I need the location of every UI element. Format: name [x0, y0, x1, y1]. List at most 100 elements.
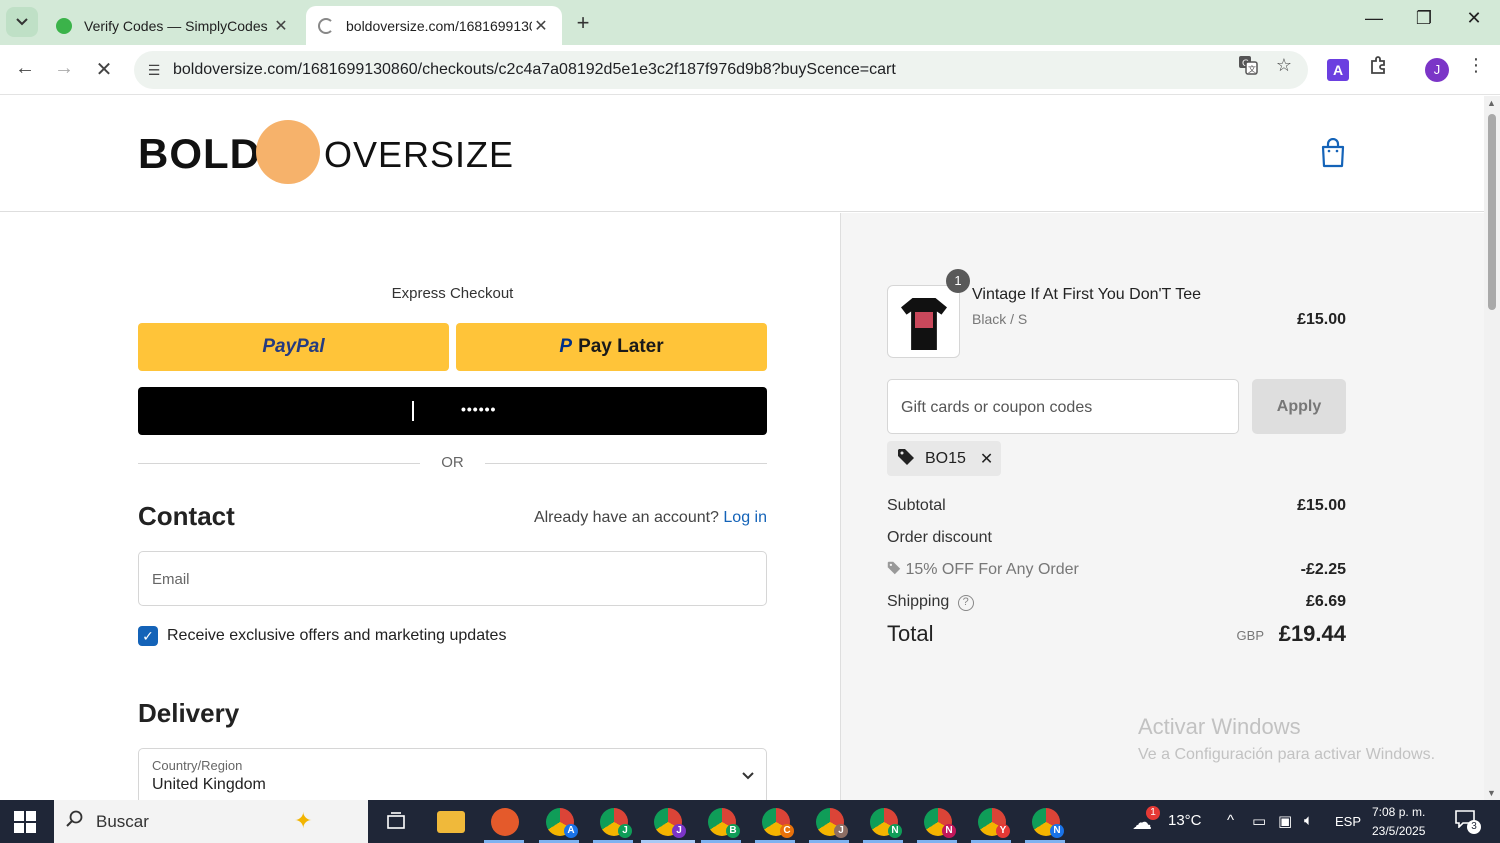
- address-bar[interactable]: ☰ boldoversize.com/1681699130860/checkou…: [134, 51, 1308, 89]
- scroll-up-arrow-icon[interactable]: ▲: [1487, 98, 1496, 108]
- notification-center-icon[interactable]: 3: [1455, 810, 1481, 834]
- extension-a-icon[interactable]: A: [1327, 59, 1349, 81]
- express-checkout-label: Express Checkout: [391, 285, 514, 302]
- translate-icon[interactable]: G文: [1235, 55, 1261, 80]
- page-scrollbar[interactable]: ▲ ▼: [1484, 96, 1500, 800]
- profile-letter: Y: [996, 824, 1010, 838]
- browser-tab-simplycodes[interactable]: Verify Codes — SimplyCodes ✕: [44, 6, 302, 45]
- svg-text:文: 文: [1248, 64, 1256, 74]
- minimize-window-button[interactable]: —: [1359, 8, 1389, 29]
- meet-now-icon[interactable]: ▭: [1252, 812, 1266, 830]
- chrome-profile-icon[interactable]: Y: [978, 808, 1010, 838]
- chrome-profile-icon[interactable]: J: [600, 808, 632, 838]
- remove-discount-icon[interactable]: ✕: [980, 449, 993, 469]
- shipping-row: Shipping ? £6.69: [887, 593, 1346, 615]
- contact-heading: Contact: [138, 501, 235, 531]
- chevron-down-icon: [16, 18, 28, 26]
- back-button[interactable]: ←: [11, 57, 39, 80]
- site-info-icon[interactable]: ☰: [144, 62, 164, 79]
- product-variant: Black / S: [972, 311, 1028, 327]
- profile-letter: N: [1050, 824, 1064, 838]
- paypal-button[interactable]: PayPal: [138, 323, 449, 371]
- browser-menu-icon[interactable]: ⋮: [1463, 55, 1489, 76]
- taskbar-search-box[interactable]: Buscar ✦: [54, 800, 368, 843]
- chrome-profile-icon[interactable]: B: [708, 808, 740, 838]
- scrollbar-thumb[interactable]: [1488, 114, 1496, 310]
- system-clock[interactable]: 7:08 p. m. 23/5/2025: [1372, 803, 1425, 841]
- chrome-profile-icon-active[interactable]: J: [654, 808, 686, 838]
- chrome-profile-icon[interactable]: N: [870, 808, 902, 838]
- button-divider: [412, 401, 414, 421]
- input-language[interactable]: ESP: [1335, 814, 1361, 829]
- chrome-profile-icon[interactable]: C: [762, 808, 794, 838]
- profile-letter: C: [780, 824, 794, 838]
- country-region-value: United Kingdom: [152, 776, 266, 793]
- tag-icon: [887, 561, 905, 578]
- chrome-profile-icon[interactable]: N: [924, 808, 956, 838]
- apply-coupon-button[interactable]: Apply: [1252, 379, 1346, 434]
- profile-letter: J: [672, 824, 686, 838]
- new-tab-button[interactable]: +: [570, 10, 596, 36]
- close-tab-icon[interactable]: ✕: [532, 16, 550, 36]
- express-pay-masked-text: ••••••: [461, 401, 497, 417]
- close-window-button[interactable]: ✕: [1459, 8, 1489, 29]
- logo-figure-icon: [256, 120, 320, 184]
- forward-button[interactable]: →: [50, 57, 78, 80]
- chrome-profile-icon[interactable]: A: [546, 808, 578, 838]
- subtotal-value: £15.00: [1297, 497, 1346, 514]
- app-icon[interactable]: [491, 808, 519, 836]
- temperature[interactable]: 13°C: [1168, 812, 1202, 829]
- task-view-icon[interactable]: [382, 808, 410, 836]
- loading-favicon-icon: [318, 17, 334, 34]
- profile-avatar[interactable]: J: [1425, 58, 1449, 82]
- simplycodes-favicon-icon: [56, 17, 72, 34]
- total-value: £19.44: [1278, 621, 1346, 646]
- windows-start-button[interactable]: [14, 811, 36, 833]
- email-field[interactable]: Email: [138, 551, 767, 606]
- network-icon[interactable]: ▣: [1278, 812, 1292, 830]
- weather-badge: 1: [1146, 806, 1160, 820]
- scroll-down-arrow-icon[interactable]: ▼: [1487, 788, 1496, 798]
- volume-icon[interactable]: 🔈︎: [1304, 812, 1313, 829]
- search-placeholder: Buscar: [96, 811, 149, 831]
- currency-code: GBP: [1236, 628, 1264, 643]
- marketing-optin-label: Receive exclusive offers and marketing u…: [167, 627, 507, 644]
- extensions-puzzle-icon[interactable]: [1365, 55, 1391, 80]
- email-placeholder: Email: [152, 571, 190, 588]
- profile-letter: B: [726, 824, 740, 838]
- chrome-profile-icon[interactable]: J: [816, 808, 848, 838]
- marketing-checkbox[interactable]: ✓: [138, 626, 158, 646]
- applied-discount-chip: BO15 ✕: [887, 441, 1001, 476]
- watermark-subtitle: Ve a Configuración para activar Windows.: [1138, 746, 1436, 763]
- checkout-page: BOLD OVERSIZE Express Checkout PayPal P …: [0, 96, 1484, 800]
- tab-title: Verify Codes — SimplyCodes: [84, 17, 268, 34]
- paypal-pay-later-button[interactable]: P Pay Later: [456, 323, 767, 371]
- chrome-profile-icon[interactable]: N: [1032, 808, 1064, 838]
- profile-letter: J: [618, 824, 632, 838]
- browser-tab-boldoversize[interactable]: boldoversize.com/16816991308 ✕: [306, 6, 562, 45]
- tab-search-button[interactable]: [6, 7, 38, 37]
- help-question-icon[interactable]: ?: [957, 595, 974, 611]
- profile-letter: N: [942, 824, 956, 838]
- login-link[interactable]: Log in: [723, 509, 767, 526]
- bookmark-star-icon[interactable]: ☆: [1271, 55, 1297, 76]
- store-logo[interactable]: BOLD OVERSIZE: [138, 120, 513, 184]
- discount-value: -£2.25: [1300, 561, 1346, 578]
- order-summary-column: 1 Vintage If At First You Don'T Tee Blac…: [840, 213, 1484, 800]
- clock-date: 23/5/2025: [1372, 824, 1426, 838]
- show-hidden-icons-chevron-icon[interactable]: ^: [1227, 812, 1234, 829]
- product-name: Vintage If At First You Don'T Tee: [972, 286, 1201, 303]
- applied-code: BO15: [925, 449, 966, 467]
- windows-taskbar: Buscar ✦ A J J B C J N N Y N ☁ 1 13°C ^ …: [0, 800, 1500, 843]
- express-pay-button[interactable]: ••••••: [138, 387, 767, 435]
- country-region-select[interactable]: Country/Region United Kingdom: [138, 748, 767, 800]
- file-explorer-icon[interactable]: [437, 811, 465, 833]
- shopping-bag-icon[interactable]: [1320, 137, 1346, 168]
- coupon-code-input[interactable]: Gift cards or coupon codes: [887, 379, 1239, 434]
- stop-loading-button[interactable]: ✕: [90, 57, 118, 82]
- restore-window-button[interactable]: ❐: [1409, 8, 1439, 29]
- close-tab-icon[interactable]: ✕: [272, 16, 290, 36]
- logo-text-oversize: OVERSIZE: [324, 134, 515, 175]
- shipping-label: Shipping: [887, 593, 950, 610]
- marketing-optin-row: ✓ Receive exclusive offers and marketing…: [138, 626, 506, 646]
